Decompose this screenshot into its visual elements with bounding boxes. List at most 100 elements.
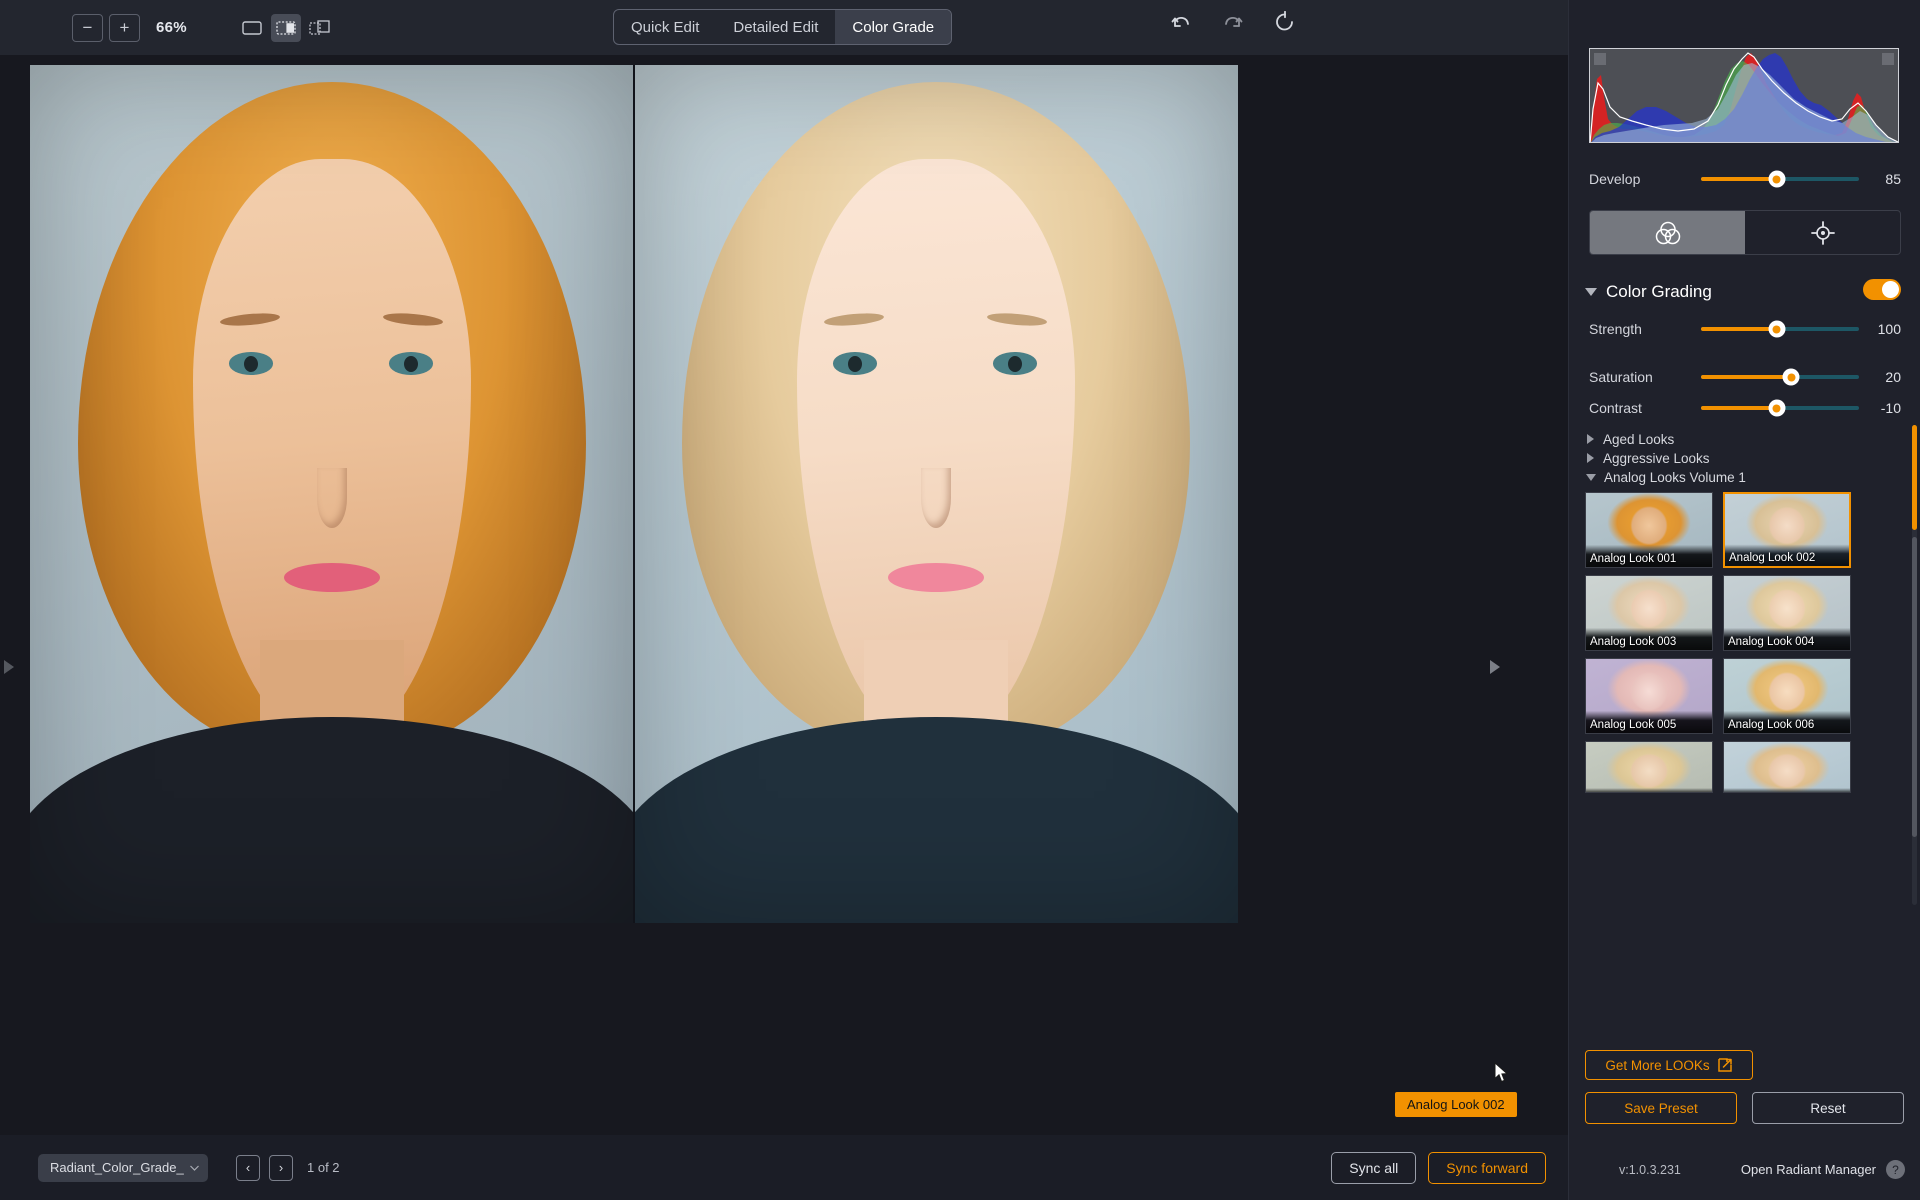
develop-label: Develop bbox=[1589, 171, 1641, 187]
looks-row: Analog Look 005 Analog Look 006 bbox=[1585, 658, 1897, 734]
color-grading-collapse-caret[interactable] bbox=[1585, 288, 1597, 296]
reset-icon bbox=[1276, 11, 1293, 31]
bottom-toolbar: Radiant_Color_Grade_ ‹ › 1 of 2 Sync all… bbox=[0, 1135, 1568, 1200]
target-picker-tab[interactable] bbox=[1745, 211, 1900, 254]
get-more-looks-button[interactable]: Get More LOOKs bbox=[1585, 1050, 1753, 1080]
look-thumbnail-006[interactable]: Analog Look 006 bbox=[1723, 658, 1851, 734]
saturation-label: Saturation bbox=[1589, 369, 1653, 385]
look-thumbnail-004[interactable]: Analog Look 004 bbox=[1723, 575, 1851, 651]
saturation-slider-knob[interactable] bbox=[1782, 368, 1800, 386]
color-grading-toggle[interactable] bbox=[1863, 279, 1901, 300]
right-panel: Develop 85 Color Grading Strength 100 Sa… bbox=[1568, 0, 1920, 1200]
tab-quick-edit[interactable]: Quick Edit bbox=[614, 10, 716, 44]
external-link-icon bbox=[1717, 1057, 1732, 1072]
redo-icon bbox=[1225, 17, 1243, 27]
reset-button[interactable] bbox=[1272, 9, 1298, 35]
history-actions bbox=[1168, 9, 1298, 35]
look-label bbox=[1586, 788, 1712, 792]
split-view-icon bbox=[276, 20, 296, 35]
looks-grid: Analog Look 001 Analog Look 002 Analog L… bbox=[1585, 492, 1897, 800]
reset-preset-button[interactable]: Reset bbox=[1752, 1092, 1904, 1124]
histogram-highlight-clip-handle[interactable] bbox=[1882, 53, 1894, 65]
saturation-slider-track[interactable] bbox=[1701, 368, 1859, 386]
develop-slider-row: Develop 85 bbox=[1589, 170, 1901, 188]
look-thumbnail-007[interactable] bbox=[1585, 741, 1713, 793]
save-preset-button[interactable]: Save Preset bbox=[1585, 1092, 1737, 1124]
image-canvas[interactable] bbox=[0, 55, 1568, 1165]
sync-all-button[interactable]: Sync all bbox=[1331, 1151, 1417, 1184]
expand-left-panel-button[interactable] bbox=[2, 659, 16, 675]
strength-label: Strength bbox=[1589, 321, 1642, 337]
triangle-right-icon bbox=[4, 660, 14, 674]
looks-category-tree: Aged Looks Aggressive Looks Analog Looks… bbox=[1585, 430, 1905, 487]
scrollbar-thumb[interactable] bbox=[1912, 425, 1917, 530]
compare-view-button[interactable] bbox=[305, 14, 335, 42]
look-thumbnail-008[interactable] bbox=[1723, 741, 1851, 793]
version-label: v:1.0.3.231 bbox=[1619, 1162, 1681, 1177]
chevron-down-icon bbox=[1586, 473, 1596, 481]
tree-item-aged-looks[interactable]: Aged Looks bbox=[1585, 430, 1905, 448]
undo-icon bbox=[1171, 17, 1189, 27]
get-more-looks-label: Get More LOOKs bbox=[1605, 1057, 1710, 1073]
look-label: Analog Look 006 bbox=[1724, 717, 1850, 733]
look-thumbnail-001[interactable]: Analog Look 001 bbox=[1585, 492, 1713, 568]
color-grading-title: Color Grading bbox=[1606, 282, 1712, 301]
tree-item-analog-looks-volume-1[interactable]: Analog Looks Volume 1 bbox=[1585, 468, 1905, 486]
look-label: Analog Look 004 bbox=[1724, 634, 1850, 650]
develop-slider-knob[interactable] bbox=[1768, 170, 1786, 188]
tab-detailed-edit[interactable]: Detailed Edit bbox=[716, 10, 835, 44]
before-after-preview bbox=[30, 65, 1238, 923]
application-window: − + 66% Quick Edit Detailed Edit Color G… bbox=[0, 0, 1920, 1200]
next-image-button[interactable]: › bbox=[269, 1154, 293, 1181]
split-view-button[interactable] bbox=[270, 13, 301, 42]
zoom-out-button[interactable]: − bbox=[72, 13, 103, 42]
sync-forward-button[interactable]: Sync forward bbox=[1428, 1151, 1546, 1184]
original-image-pane[interactable] bbox=[30, 65, 634, 923]
histogram[interactable] bbox=[1589, 48, 1899, 143]
contrast-label: Contrast bbox=[1589, 400, 1642, 416]
panel-mode-tabs bbox=[1589, 210, 1901, 255]
color-wheels-icon bbox=[1655, 221, 1680, 244]
saturation-slider-row: Saturation 20 bbox=[1589, 368, 1901, 386]
graded-image-pane[interactable] bbox=[634, 65, 1238, 923]
open-radiant-manager-link[interactable]: Open Radiant Manager bbox=[1741, 1162, 1876, 1177]
chevron-right-icon bbox=[1587, 453, 1594, 463]
undo-button[interactable] bbox=[1168, 9, 1194, 35]
redo-button[interactable] bbox=[1220, 9, 1246, 35]
target-picker-icon bbox=[1810, 220, 1835, 245]
scrollbar-track-filled bbox=[1912, 537, 1917, 837]
looks-row bbox=[1585, 741, 1897, 793]
histogram-plot bbox=[1590, 52, 1898, 142]
strength-slider-knob[interactable] bbox=[1768, 320, 1786, 338]
tab-color-grade[interactable]: Color Grade bbox=[835, 10, 952, 44]
develop-slider-track[interactable] bbox=[1701, 170, 1859, 188]
edit-mode-tabs: Quick Edit Detailed Edit Color Grade bbox=[613, 9, 953, 45]
contrast-slider-track[interactable] bbox=[1701, 399, 1859, 417]
histogram-shadow-clip-handle[interactable] bbox=[1594, 53, 1606, 65]
page-indicator: 1 of 2 bbox=[307, 1160, 340, 1175]
prev-image-button[interactable]: ‹ bbox=[236, 1154, 260, 1181]
zoom-in-button[interactable]: + bbox=[109, 13, 140, 42]
color-wheels-tab[interactable] bbox=[1590, 211, 1745, 254]
look-label: Analog Look 005 bbox=[1586, 717, 1712, 733]
look-thumbnail-005[interactable]: Analog Look 005 bbox=[1585, 658, 1713, 734]
zoom-controls: − + 66% bbox=[72, 13, 187, 42]
help-button[interactable]: ? bbox=[1886, 1160, 1906, 1179]
tree-item-aggressive-looks[interactable]: Aggressive Looks bbox=[1585, 449, 1905, 467]
contrast-slider-knob[interactable] bbox=[1768, 399, 1786, 417]
tree-item-label: Aggressive Looks bbox=[1603, 450, 1710, 466]
looks-scrollbar[interactable] bbox=[1912, 425, 1917, 905]
collapse-right-panel-button[interactable] bbox=[1488, 659, 1502, 675]
saturation-value: 20 bbox=[1885, 369, 1901, 385]
file-name-label: Radiant_Color_Grade_ bbox=[50, 1160, 184, 1175]
strength-slider-track[interactable] bbox=[1701, 320, 1859, 338]
looks-row: Analog Look 003 Analog Look 004 bbox=[1585, 575, 1897, 651]
strength-slider-row: Strength 100 bbox=[1589, 320, 1901, 338]
mouse-cursor bbox=[1494, 1061, 1509, 1089]
split-divider[interactable] bbox=[633, 65, 635, 923]
single-view-button[interactable] bbox=[237, 14, 267, 42]
look-thumbnail-002[interactable]: Analog Look 002 bbox=[1723, 492, 1851, 568]
look-label bbox=[1724, 788, 1850, 792]
look-thumbnail-003[interactable]: Analog Look 003 bbox=[1585, 575, 1713, 651]
file-selector-dropdown[interactable]: Radiant_Color_Grade_ bbox=[38, 1153, 208, 1182]
